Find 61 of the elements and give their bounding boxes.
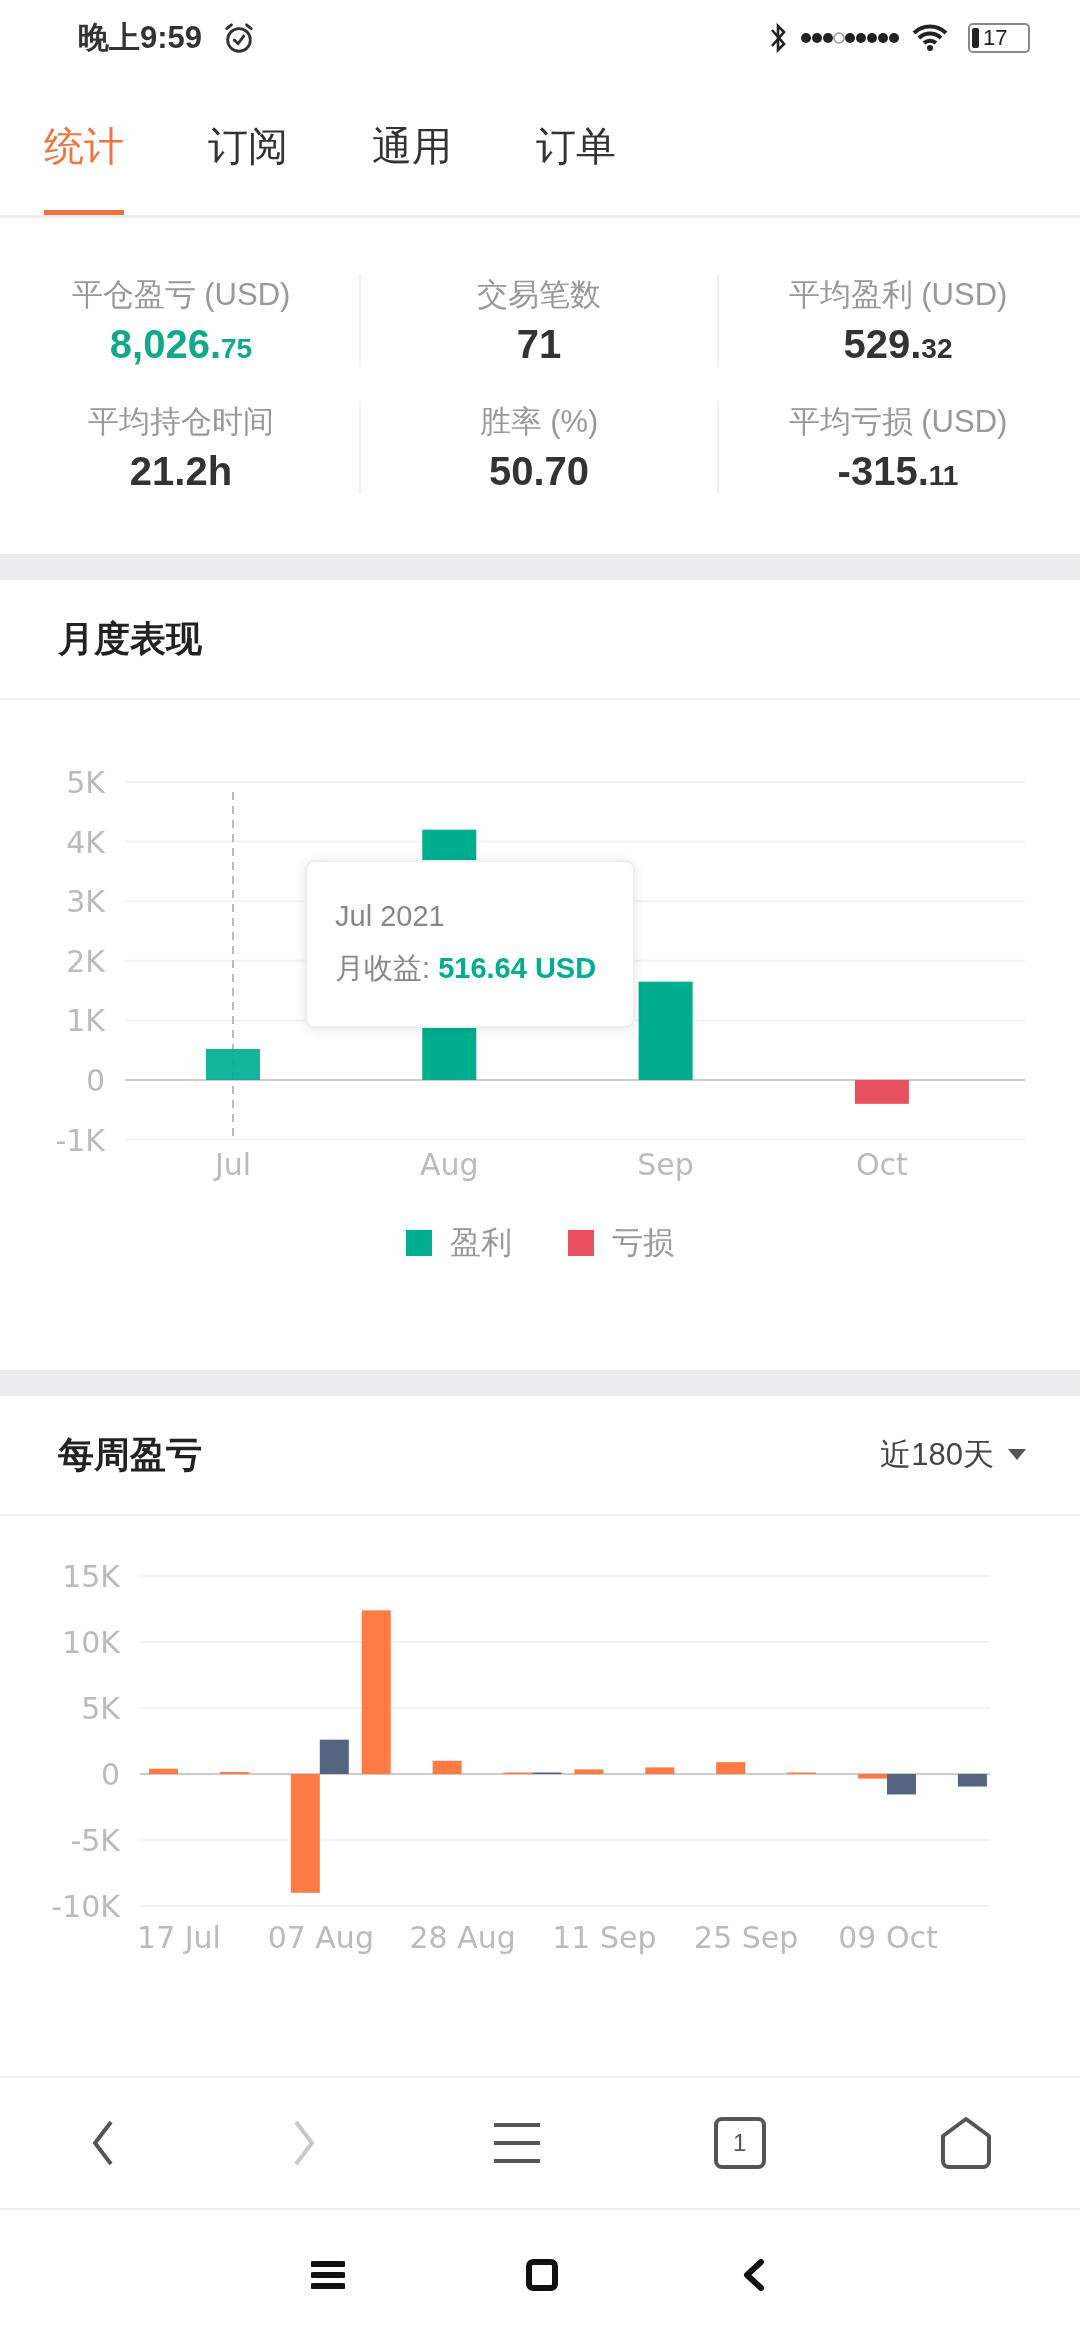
battery-icon: 17 [968, 22, 1030, 53]
stat-value: 21.2h [129, 449, 233, 494]
axis-label: 0 [85, 1063, 105, 1098]
tab[interactable]: 订阅 [208, 75, 288, 215]
tooltip-value: 月收益: 516.64 USD [335, 950, 598, 986]
wifi-icon [912, 23, 948, 52]
axis-label: 07 Aug [267, 1920, 374, 1955]
axis-label: 28 Aug [409, 1920, 516, 1955]
bar[interactable] [290, 1774, 320, 1893]
caret-icon [1008, 1449, 1026, 1461]
recent-apps-button[interactable] [311, 2260, 345, 2290]
axis-label: Jul [214, 1147, 252, 1182]
section-title: 月度表现 [58, 616, 203, 661]
axis-label: 4K [66, 824, 105, 860]
axis-label: Sep [637, 1147, 694, 1182]
axis-label: 10K [62, 1625, 120, 1660]
menu-button[interactable] [494, 2121, 540, 2165]
home-button[interactable] [939, 2116, 994, 2170]
legend-label: 盈利 [450, 1224, 512, 1262]
bar[interactable] [319, 1739, 349, 1774]
stat-value: 8,026.75 [109, 322, 253, 367]
range-dropdown[interactable]: 近180天 [880, 1434, 1026, 1476]
section-title: 每周盈亏 [58, 1432, 203, 1477]
axis-label: 09 Oct [838, 1920, 938, 1955]
tab[interactable]: 通用 [372, 75, 452, 215]
stat-value: -315.11 [837, 449, 959, 494]
stat-value: 71 [516, 322, 562, 367]
axis-label: -5K [70, 1823, 120, 1858]
axis-label: Aug [420, 1147, 479, 1182]
home-button[interactable] [525, 2258, 559, 2292]
tooltip-title: Jul 2021 [335, 899, 446, 933]
status-time: 晚上9:59 [78, 18, 203, 57]
stat-label: 平均持仓时间 [88, 403, 274, 441]
axis-label: -10K [51, 1889, 120, 1924]
signal-icon [800, 30, 900, 45]
stat-label: 交易笔数 [477, 276, 601, 314]
axis-label: 25 Sep [694, 1920, 799, 1955]
axis-label: 11 Sep [552, 1920, 657, 1955]
axis-label: Oct [855, 1147, 908, 1182]
axis-label: 15K [62, 1559, 120, 1594]
bar[interactable] [957, 1774, 987, 1787]
axis-label: 0 [100, 1757, 120, 1792]
bar[interactable] [887, 1774, 916, 1795]
bar[interactable] [716, 1762, 746, 1774]
axis-label: 3K [66, 884, 105, 920]
bar[interactable] [432, 1760, 462, 1774]
stat-label: 平仓盈亏 (USD) [71, 276, 291, 314]
axis-label: 1K [66, 1003, 105, 1039]
axis-label: -1K [55, 1122, 105, 1158]
axis-label: 2K [66, 943, 105, 979]
axis-label: 17 Jul [137, 1920, 221, 1955]
stat-label: 平均亏损 (USD) [788, 403, 1008, 441]
stat-label: 胜率 (%) [479, 403, 599, 441]
stat-value: 529.32 [843, 322, 953, 367]
axis-label: 5K [66, 765, 105, 800]
axis-label: 5K [81, 1691, 120, 1726]
stat-value: 50.70 [488, 449, 590, 494]
tab[interactable]: 订单 [536, 75, 616, 215]
tabs-button[interactable]: 1 [713, 2117, 766, 2169]
stat-label: 平均盈利 (USD) [788, 276, 1008, 314]
legend-label: 亏损 [612, 1224, 674, 1262]
